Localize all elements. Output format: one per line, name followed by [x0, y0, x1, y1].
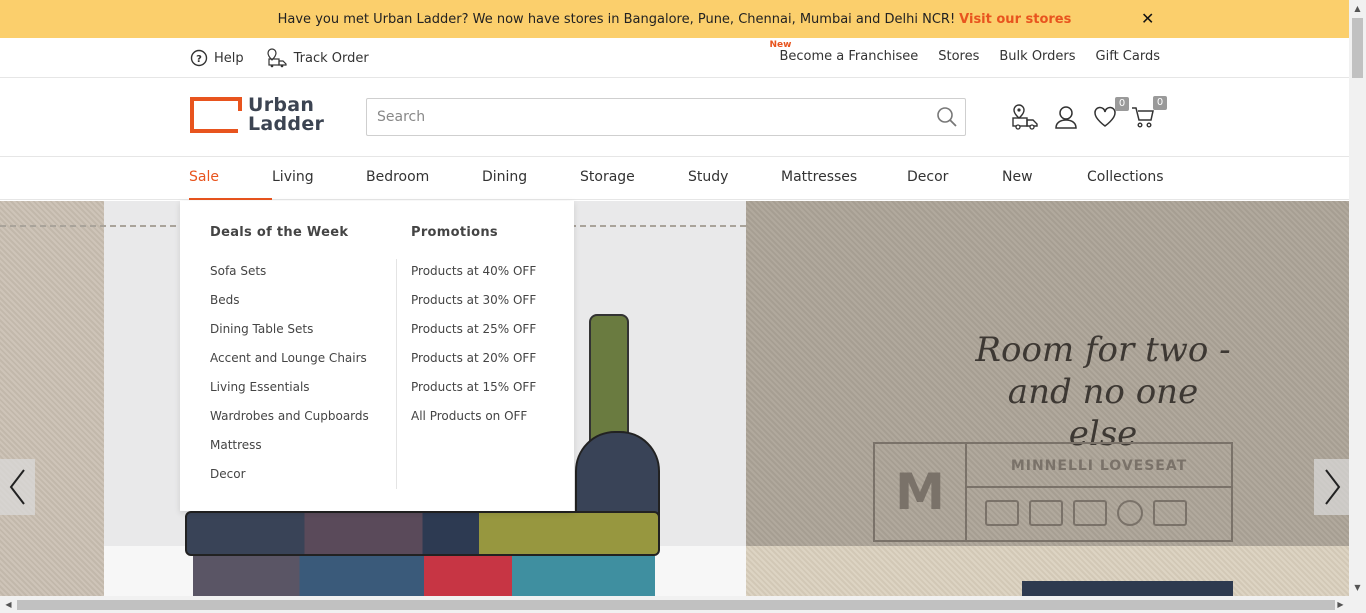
chevron-right-icon: [1324, 469, 1340, 505]
search-icon[interactable]: [935, 105, 959, 133]
scroll-right-icon[interactable]: ▶: [1332, 596, 1349, 613]
sale-dropdown-menu: Deals of the Week Sofa Sets Beds Dining …: [180, 201, 574, 511]
deals-heading[interactable]: Deals of the Week: [210, 225, 369, 245]
wishlist-icon[interactable]: 0: [1093, 97, 1129, 132]
cart-icon[interactable]: 0: [1131, 96, 1167, 133]
scroll-left-icon[interactable]: ◀: [0, 596, 17, 613]
track-order-link[interactable]: Track Order: [266, 48, 369, 68]
utility-bar: ? Help Track Order New Become a Franchis…: [0, 38, 1349, 78]
chevron-left-icon: [9, 469, 25, 505]
vertical-scroll-thumb[interactable]: [1352, 18, 1363, 78]
visit-stores-link[interactable]: Visit our stores: [959, 12, 1071, 27]
dry-icon: [1117, 500, 1143, 526]
vertical-scrollbar[interactable]: ▲ ▼: [1349, 0, 1366, 596]
product-stamp: M MINNELLI LOVESEAT: [873, 442, 1233, 542]
new-badge: New: [769, 40, 792, 50]
close-icon[interactable]: ✕: [1141, 9, 1154, 28]
handwash-icon: [1073, 500, 1107, 526]
sofa-arm: [575, 431, 660, 521]
header-icons: 0 0: [1011, 96, 1169, 134]
wash-icon: [985, 500, 1019, 526]
hero-tagline: Room for two - and no one else: [972, 329, 1234, 455]
menu-item-sofa-sets[interactable]: Sofa Sets: [210, 263, 369, 292]
sofa-base: [193, 556, 655, 596]
horizontal-scrollbar[interactable]: ◀ ▶: [0, 596, 1366, 613]
logo-mark-icon: [190, 97, 242, 133]
nav-item-new[interactable]: New: [1002, 157, 1087, 200]
deals-column: Deals of the Week Sofa Sets Beds Dining …: [210, 225, 369, 495]
menu-item-40-off[interactable]: Products at 40% OFF: [411, 263, 536, 292]
care-icons: [985, 500, 1197, 526]
track-order-icon: [267, 48, 287, 68]
stamp-letter: M: [875, 444, 967, 540]
menu-item-25-off[interactable]: Products at 25% OFF: [411, 321, 536, 350]
franchise-label: Become a Franchisee: [779, 49, 919, 64]
hero-texture-left: [0, 201, 104, 596]
help-icon: ?: [190, 49, 208, 67]
nav-item-collections[interactable]: Collections: [1087, 157, 1177, 200]
menu-divider: [396, 259, 397, 489]
page: Have you met Urban Ladder? We now have s…: [0, 0, 1349, 596]
menu-item-wardrobes[interactable]: Wardrobes and Cupboards: [210, 408, 369, 437]
promotions-column: Promotions Products at 40% OFF Products …: [411, 225, 536, 437]
nav-item-storage[interactable]: Storage: [580, 157, 688, 200]
nav-item-study[interactable]: Study: [688, 157, 781, 200]
user-icon[interactable]: [1053, 104, 1079, 134]
menu-item-decor[interactable]: Decor: [210, 466, 369, 495]
menu-item-accent-chairs[interactable]: Accent and Lounge Chairs: [210, 350, 369, 379]
announcement-text: Have you met Urban Ladder? We now have s…: [277, 11, 956, 27]
menu-item-dining-table-sets[interactable]: Dining Table Sets: [210, 321, 369, 350]
stamp-name: MINNELLI LOVESEAT: [967, 444, 1231, 488]
sofa-seat: [185, 511, 660, 556]
iron-icon: [1029, 500, 1063, 526]
scroll-down-icon[interactable]: ▼: [1349, 579, 1366, 596]
track-order-label: Track Order: [293, 50, 369, 66]
carousel-next-button[interactable]: [1314, 459, 1349, 515]
menu-item-living-essentials[interactable]: Living Essentials: [210, 379, 369, 408]
promotions-heading[interactable]: Promotions: [411, 225, 536, 245]
shop-loveseats-button[interactable]: [1022, 581, 1233, 596]
nav-item-sale[interactable]: Sale: [189, 157, 272, 200]
menu-item-15-off[interactable]: Products at 15% OFF: [411, 379, 536, 408]
tagline-line1: Room for two -: [975, 330, 1231, 370]
help-label: Help: [214, 50, 244, 66]
tumble-icon: [1153, 500, 1187, 526]
svg-text:?: ?: [196, 54, 202, 65]
cart-count: 0: [1153, 96, 1167, 110]
menu-item-30-off[interactable]: Products at 30% OFF: [411, 292, 536, 321]
carousel-prev-button[interactable]: [0, 459, 35, 515]
scroll-up-icon[interactable]: ▲: [1349, 0, 1366, 17]
nav-item-living[interactable]: Living: [272, 157, 366, 200]
nav-item-bedroom[interactable]: Bedroom: [366, 157, 482, 200]
menu-item-beds[interactable]: Beds: [210, 292, 369, 321]
header: Urban Ladder 0 0: [0, 78, 1349, 157]
search-input[interactable]: [367, 99, 927, 135]
announcement-bar: Have you met Urban Ladder? We now have s…: [0, 0, 1349, 38]
menu-item-20-off[interactable]: Products at 20% OFF: [411, 350, 536, 379]
bulk-orders-link[interactable]: Bulk Orders: [999, 49, 1075, 64]
help-link[interactable]: ? Help: [190, 49, 244, 67]
main-nav: Sale Living Bedroom Dining Storage Study…: [0, 157, 1349, 200]
menu-item-mattress[interactable]: Mattress: [210, 437, 369, 466]
search-box: [366, 98, 966, 136]
logo[interactable]: Urban Ladder: [190, 96, 324, 134]
stores-link[interactable]: Stores: [938, 49, 979, 64]
nav-item-mattresses[interactable]: Mattresses: [781, 157, 907, 200]
horizontal-scroll-thumb[interactable]: [17, 600, 1335, 610]
store-locator-icon[interactable]: [1011, 104, 1039, 134]
logo-line2: Ladder: [248, 113, 325, 135]
nav-item-decor[interactable]: Decor: [907, 157, 1002, 200]
franchise-link[interactable]: New Become a Franchisee: [769, 40, 919, 64]
wishlist-count: 0: [1115, 97, 1129, 111]
nav-item-dining[interactable]: Dining: [482, 157, 580, 200]
logo-text: Urban Ladder: [248, 96, 324, 134]
menu-item-all-off[interactable]: All Products on OFF: [411, 408, 536, 437]
gift-cards-link[interactable]: Gift Cards: [1096, 49, 1160, 64]
